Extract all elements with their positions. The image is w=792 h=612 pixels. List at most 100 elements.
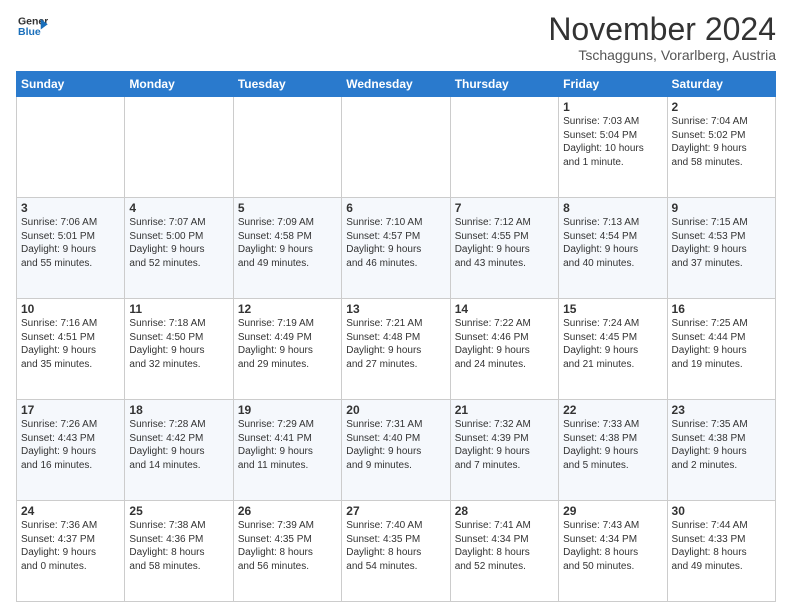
- day-info: Sunrise: 7:21 AM Sunset: 4:48 PM Dayligh…: [346, 317, 445, 371]
- day-info: Sunrise: 7:25 AM Sunset: 4:44 PM Dayligh…: [672, 317, 771, 371]
- calendar-cell: 21Sunrise: 7:32 AM Sunset: 4:39 PM Dayli…: [450, 400, 558, 501]
- day-number: 27: [346, 504, 445, 518]
- day-number: 17: [21, 403, 120, 417]
- calendar-cell: 28Sunrise: 7:41 AM Sunset: 4:34 PM Dayli…: [450, 501, 558, 602]
- location: Tschagguns, Vorarlberg, Austria: [548, 47, 776, 63]
- title-block: November 2024 Tschagguns, Vorarlberg, Au…: [548, 12, 776, 63]
- calendar-week-row: 3Sunrise: 7:06 AM Sunset: 5:01 PM Daylig…: [17, 198, 776, 299]
- calendar-cell: 22Sunrise: 7:33 AM Sunset: 4:38 PM Dayli…: [559, 400, 667, 501]
- day-number: 30: [672, 504, 771, 518]
- day-number: 1: [563, 100, 662, 114]
- calendar-cell: 6Sunrise: 7:10 AM Sunset: 4:57 PM Daylig…: [342, 198, 450, 299]
- day-number: 18: [129, 403, 228, 417]
- day-info: Sunrise: 7:12 AM Sunset: 4:55 PM Dayligh…: [455, 216, 554, 270]
- calendar-header-row: SundayMondayTuesdayWednesdayThursdayFrid…: [17, 72, 776, 97]
- day-info: Sunrise: 7:43 AM Sunset: 4:34 PM Dayligh…: [563, 519, 662, 573]
- calendar-cell: 20Sunrise: 7:31 AM Sunset: 4:40 PM Dayli…: [342, 400, 450, 501]
- calendar-cell: 19Sunrise: 7:29 AM Sunset: 4:41 PM Dayli…: [233, 400, 341, 501]
- day-number: 26: [238, 504, 337, 518]
- calendar-week-row: 10Sunrise: 7:16 AM Sunset: 4:51 PM Dayli…: [17, 299, 776, 400]
- svg-text:Blue: Blue: [18, 26, 41, 38]
- calendar-cell: 16Sunrise: 7:25 AM Sunset: 4:44 PM Dayli…: [667, 299, 775, 400]
- day-info: Sunrise: 7:04 AM Sunset: 5:02 PM Dayligh…: [672, 115, 771, 169]
- col-header-friday: Friday: [559, 72, 667, 97]
- calendar-cell: 30Sunrise: 7:44 AM Sunset: 4:33 PM Dayli…: [667, 501, 775, 602]
- day-number: 10: [21, 302, 120, 316]
- day-number: 24: [21, 504, 120, 518]
- day-number: 23: [672, 403, 771, 417]
- calendar-week-row: 1Sunrise: 7:03 AM Sunset: 5:04 PM Daylig…: [17, 97, 776, 198]
- day-info: Sunrise: 7:36 AM Sunset: 4:37 PM Dayligh…: [21, 519, 120, 573]
- col-header-thursday: Thursday: [450, 72, 558, 97]
- day-info: Sunrise: 7:03 AM Sunset: 5:04 PM Dayligh…: [563, 115, 662, 169]
- calendar-week-row: 17Sunrise: 7:26 AM Sunset: 4:43 PM Dayli…: [17, 400, 776, 501]
- calendar-cell: 26Sunrise: 7:39 AM Sunset: 4:35 PM Dayli…: [233, 501, 341, 602]
- calendar-cell: 8Sunrise: 7:13 AM Sunset: 4:54 PM Daylig…: [559, 198, 667, 299]
- day-info: Sunrise: 7:29 AM Sunset: 4:41 PM Dayligh…: [238, 418, 337, 472]
- col-header-tuesday: Tuesday: [233, 72, 341, 97]
- page: General Blue November 2024 Tschagguns, V…: [0, 0, 792, 612]
- calendar-cell: 11Sunrise: 7:18 AM Sunset: 4:50 PM Dayli…: [125, 299, 233, 400]
- calendar-cell: 27Sunrise: 7:40 AM Sunset: 4:35 PM Dayli…: [342, 501, 450, 602]
- calendar-cell: 4Sunrise: 7:07 AM Sunset: 5:00 PM Daylig…: [125, 198, 233, 299]
- calendar-cell: 1Sunrise: 7:03 AM Sunset: 5:04 PM Daylig…: [559, 97, 667, 198]
- calendar-cell: 3Sunrise: 7:06 AM Sunset: 5:01 PM Daylig…: [17, 198, 125, 299]
- col-header-sunday: Sunday: [17, 72, 125, 97]
- calendar-cell: 15Sunrise: 7:24 AM Sunset: 4:45 PM Dayli…: [559, 299, 667, 400]
- day-number: 9: [672, 201, 771, 215]
- day-number: 7: [455, 201, 554, 215]
- header: General Blue November 2024 Tschagguns, V…: [16, 12, 776, 63]
- calendar-cell: 7Sunrise: 7:12 AM Sunset: 4:55 PM Daylig…: [450, 198, 558, 299]
- day-number: 14: [455, 302, 554, 316]
- calendar-cell: 5Sunrise: 7:09 AM Sunset: 4:58 PM Daylig…: [233, 198, 341, 299]
- calendar-table: SundayMondayTuesdayWednesdayThursdayFrid…: [16, 71, 776, 602]
- calendar-cell: 9Sunrise: 7:15 AM Sunset: 4:53 PM Daylig…: [667, 198, 775, 299]
- calendar-cell: [342, 97, 450, 198]
- day-info: Sunrise: 7:10 AM Sunset: 4:57 PM Dayligh…: [346, 216, 445, 270]
- day-info: Sunrise: 7:41 AM Sunset: 4:34 PM Dayligh…: [455, 519, 554, 573]
- day-info: Sunrise: 7:44 AM Sunset: 4:33 PM Dayligh…: [672, 519, 771, 573]
- calendar-cell: 18Sunrise: 7:28 AM Sunset: 4:42 PM Dayli…: [125, 400, 233, 501]
- day-number: 29: [563, 504, 662, 518]
- day-info: Sunrise: 7:19 AM Sunset: 4:49 PM Dayligh…: [238, 317, 337, 371]
- day-info: Sunrise: 7:35 AM Sunset: 4:38 PM Dayligh…: [672, 418, 771, 472]
- calendar-cell: 17Sunrise: 7:26 AM Sunset: 4:43 PM Dayli…: [17, 400, 125, 501]
- day-info: Sunrise: 7:31 AM Sunset: 4:40 PM Dayligh…: [346, 418, 445, 472]
- calendar-cell: 2Sunrise: 7:04 AM Sunset: 5:02 PM Daylig…: [667, 97, 775, 198]
- day-number: 15: [563, 302, 662, 316]
- day-number: 19: [238, 403, 337, 417]
- calendar-cell: 29Sunrise: 7:43 AM Sunset: 4:34 PM Dayli…: [559, 501, 667, 602]
- day-info: Sunrise: 7:06 AM Sunset: 5:01 PM Dayligh…: [21, 216, 120, 270]
- calendar-cell: 10Sunrise: 7:16 AM Sunset: 4:51 PM Dayli…: [17, 299, 125, 400]
- day-number: 2: [672, 100, 771, 114]
- day-number: 11: [129, 302, 228, 316]
- day-info: Sunrise: 7:33 AM Sunset: 4:38 PM Dayligh…: [563, 418, 662, 472]
- day-info: Sunrise: 7:22 AM Sunset: 4:46 PM Dayligh…: [455, 317, 554, 371]
- day-info: Sunrise: 7:38 AM Sunset: 4:36 PM Dayligh…: [129, 519, 228, 573]
- calendar-cell: [233, 97, 341, 198]
- day-info: Sunrise: 7:28 AM Sunset: 4:42 PM Dayligh…: [129, 418, 228, 472]
- day-number: 22: [563, 403, 662, 417]
- day-number: 3: [21, 201, 120, 215]
- col-header-wednesday: Wednesday: [342, 72, 450, 97]
- day-info: Sunrise: 7:13 AM Sunset: 4:54 PM Dayligh…: [563, 216, 662, 270]
- day-number: 25: [129, 504, 228, 518]
- day-info: Sunrise: 7:15 AM Sunset: 4:53 PM Dayligh…: [672, 216, 771, 270]
- day-number: 16: [672, 302, 771, 316]
- day-number: 12: [238, 302, 337, 316]
- day-info: Sunrise: 7:18 AM Sunset: 4:50 PM Dayligh…: [129, 317, 228, 371]
- calendar-cell: 23Sunrise: 7:35 AM Sunset: 4:38 PM Dayli…: [667, 400, 775, 501]
- calendar-week-row: 24Sunrise: 7:36 AM Sunset: 4:37 PM Dayli…: [17, 501, 776, 602]
- calendar-cell: [17, 97, 125, 198]
- calendar-cell: 13Sunrise: 7:21 AM Sunset: 4:48 PM Dayli…: [342, 299, 450, 400]
- day-number: 4: [129, 201, 228, 215]
- day-number: 20: [346, 403, 445, 417]
- day-info: Sunrise: 7:24 AM Sunset: 4:45 PM Dayligh…: [563, 317, 662, 371]
- day-number: 13: [346, 302, 445, 316]
- day-info: Sunrise: 7:16 AM Sunset: 4:51 PM Dayligh…: [21, 317, 120, 371]
- calendar-cell: [450, 97, 558, 198]
- col-header-monday: Monday: [125, 72, 233, 97]
- day-info: Sunrise: 7:26 AM Sunset: 4:43 PM Dayligh…: [21, 418, 120, 472]
- day-info: Sunrise: 7:07 AM Sunset: 5:00 PM Dayligh…: [129, 216, 228, 270]
- logo: General Blue: [16, 12, 48, 40]
